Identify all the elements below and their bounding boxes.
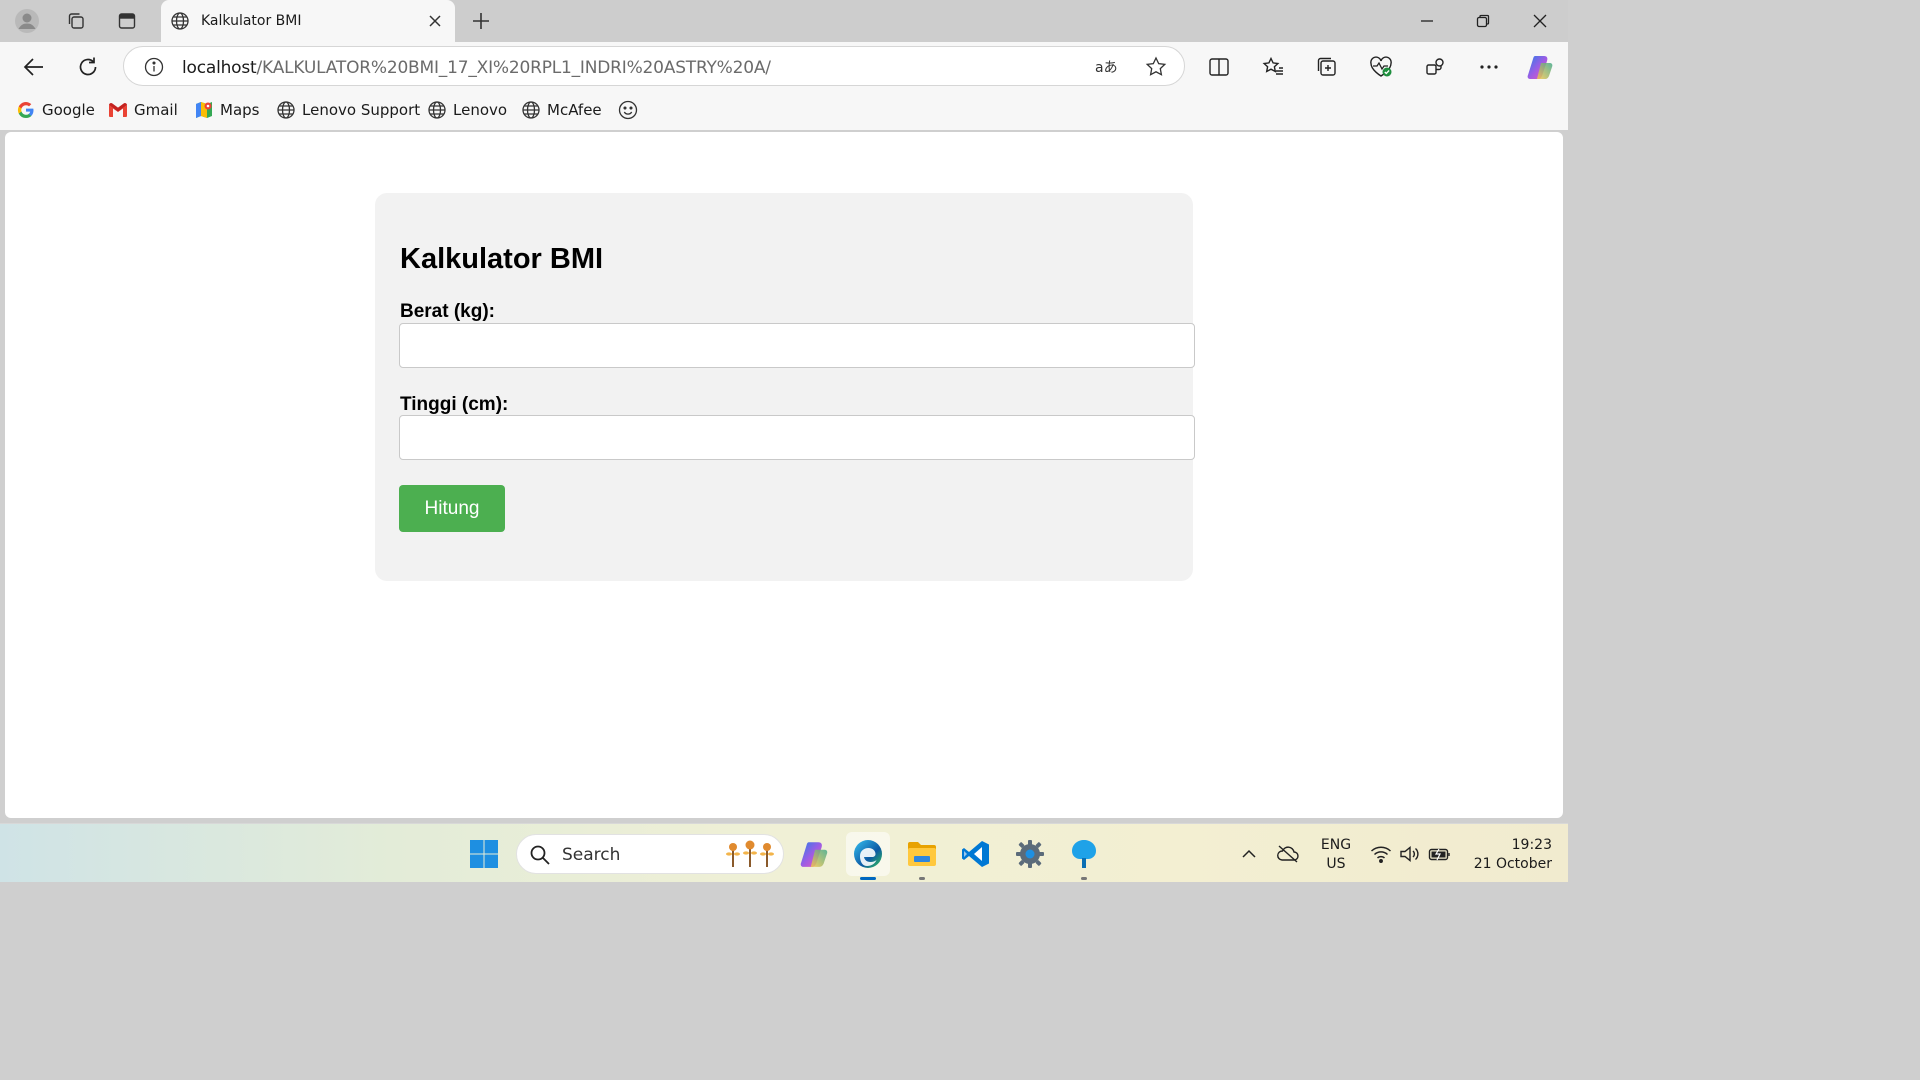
close-tab-icon[interactable]: [425, 11, 445, 31]
search-icon: [529, 844, 551, 871]
page-title: Kalkulator BMI: [400, 243, 604, 275]
globe-icon: [521, 100, 541, 120]
favorite-label: McAfee: [547, 101, 602, 119]
globe-icon: [276, 100, 296, 120]
file-explorer-icon[interactable]: [900, 832, 944, 880]
language-code: ENG: [1320, 837, 1352, 853]
smiley-icon: [618, 100, 638, 120]
collections-icon[interactable]: [1311, 51, 1343, 83]
close-window-button[interactable]: [1512, 0, 1568, 42]
taskbar-clock[interactable]: 19:23 21 October: [1462, 836, 1552, 874]
favorite-label: Maps: [220, 101, 260, 119]
read-aloud-translate-icon[interactable]: aあ: [1092, 53, 1120, 81]
favorite-lenovo[interactable]: Lenovo: [427, 99, 507, 121]
gmail-icon: [108, 100, 128, 120]
windows-taskbar: Search ENG US 19:23 21 October: [0, 823, 1568, 882]
browser-title-bar: Kalkulator BMI: [0, 0, 1568, 42]
url-path: /KALKULATOR%20BMI_17_XI%20RPL1_INDRI%20A…: [256, 58, 772, 78]
wifi-icon[interactable]: [1369, 842, 1393, 866]
volume-icon[interactable]: [1398, 842, 1422, 866]
tab-kalkulator-bmi[interactable]: Kalkulator BMI: [161, 0, 455, 42]
browser-toolbar: localhost/KALKULATOR%20BMI_17_XI%20RPL1_…: [0, 42, 1568, 90]
favorite-label: Lenovo Support: [302, 101, 421, 119]
address-bar[interactable]: localhost/KALKULATOR%20BMI_17_XI%20RPL1_…: [123, 46, 1185, 86]
minimize-button[interactable]: [1399, 0, 1455, 42]
height-input[interactable]: [399, 415, 1195, 460]
weight-input[interactable]: [399, 323, 1195, 368]
search-placeholder: Search: [562, 845, 621, 865]
favorite-label: Google: [42, 101, 95, 119]
height-label: Tinggi (cm):: [400, 394, 509, 415]
favorites-icon[interactable]: [1257, 51, 1289, 83]
favorite-gmail[interactable]: Gmail: [108, 99, 178, 121]
google-icon: [16, 100, 36, 120]
taskbar-search[interactable]: Search: [516, 834, 784, 874]
settings-app-icon[interactable]: [1008, 832, 1052, 876]
tab-title: Kalkulator BMI: [201, 13, 302, 29]
url-host: localhost: [182, 58, 257, 78]
vscode-icon[interactable]: [954, 832, 998, 876]
active-app-indicator: [860, 877, 876, 880]
language-indicator[interactable]: ENG US: [1318, 836, 1354, 874]
favorite-mcafee[interactable]: McAfee: [521, 99, 602, 121]
profile-icon[interactable]: [12, 6, 42, 36]
vertical-tabs-icon[interactable]: [112, 6, 142, 36]
favorite-label: Lenovo: [453, 101, 508, 119]
clock-date: 21 October: [1473, 856, 1552, 872]
favorite-star-icon[interactable]: [1142, 53, 1170, 81]
maps-icon: [194, 100, 214, 120]
language-region: US: [1326, 856, 1346, 872]
favorites-bar: Google Gmail Maps Lenovo Support Lenovo …: [0, 90, 1568, 130]
chevron-up-icon[interactable]: [1237, 842, 1261, 866]
page-viewport: Kalkulator BMI Berat (kg): Tinggi (cm): …: [5, 132, 1563, 818]
clock-time: 19:23: [1511, 837, 1552, 853]
browser-essentials-icon[interactable]: [1365, 51, 1397, 83]
favorite-lenovo-support[interactable]: Lenovo Support: [276, 99, 420, 121]
favorite-maps[interactable]: Maps: [194, 99, 259, 121]
hitung-button[interactable]: Hitung: [399, 485, 505, 532]
favorite-google[interactable]: Google: [16, 99, 95, 121]
onedrive-offline-icon[interactable]: [1276, 842, 1300, 866]
split-screen-icon[interactable]: [1203, 51, 1235, 83]
battery-charging-icon[interactable]: [1428, 842, 1452, 866]
site-info-icon[interactable]: [140, 53, 168, 81]
start-button[interactable]: [462, 832, 506, 876]
more-menu-icon[interactable]: [1473, 51, 1505, 83]
running-app-indicator: [919, 877, 925, 880]
weight-label: Berat (kg):: [400, 301, 496, 322]
extensions-icon[interactable]: [1419, 51, 1451, 83]
edge-app-icon[interactable]: [846, 832, 890, 880]
back-button[interactable]: [18, 51, 50, 83]
favorite-label: Gmail: [134, 101, 178, 119]
copilot-icon[interactable]: [1524, 51, 1556, 83]
favorite-smiley[interactable]: [618, 99, 638, 121]
search-highlight-icon: [725, 839, 775, 874]
tree-app-icon[interactable]: [1062, 832, 1106, 880]
refresh-button[interactable]: [72, 51, 104, 83]
globe-icon: [427, 100, 447, 120]
running-app-indicator: [1081, 877, 1087, 880]
copilot-app-icon[interactable]: [792, 832, 836, 876]
workspaces-icon[interactable]: [61, 6, 91, 36]
url-text[interactable]: localhost/KALKULATOR%20BMI_17_XI%20RPL1_…: [182, 58, 771, 78]
svg-text:aあ: aあ: [1095, 60, 1118, 76]
bmi-calculator-card: Kalkulator BMI Berat (kg): Tinggi (cm): …: [375, 193, 1195, 581]
restore-button[interactable]: [1455, 0, 1511, 42]
new-tab-button[interactable]: [466, 6, 496, 36]
globe-icon: [170, 11, 190, 31]
